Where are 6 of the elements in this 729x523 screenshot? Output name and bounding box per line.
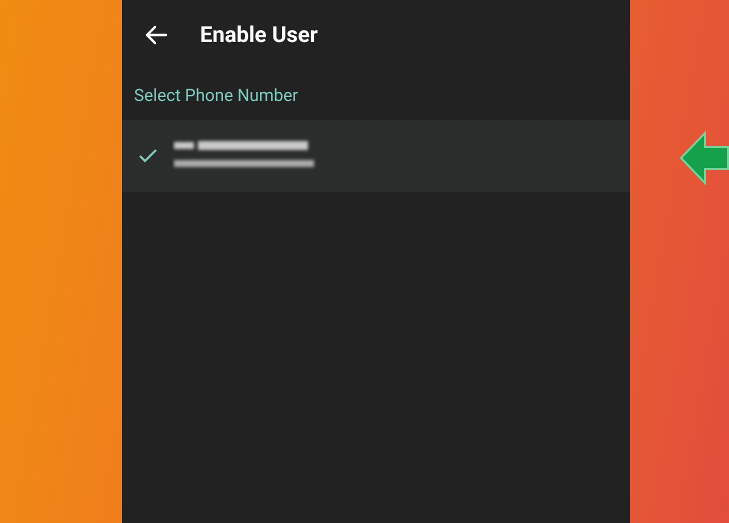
check-icon [138,148,158,164]
screen-title: Enable User [200,22,318,48]
phone-number-item[interactable] [122,120,630,192]
section-label: Select Phone Number [133,85,300,108]
back-arrow-icon [144,25,168,45]
pointer-arrow-icon [679,130,729,186]
